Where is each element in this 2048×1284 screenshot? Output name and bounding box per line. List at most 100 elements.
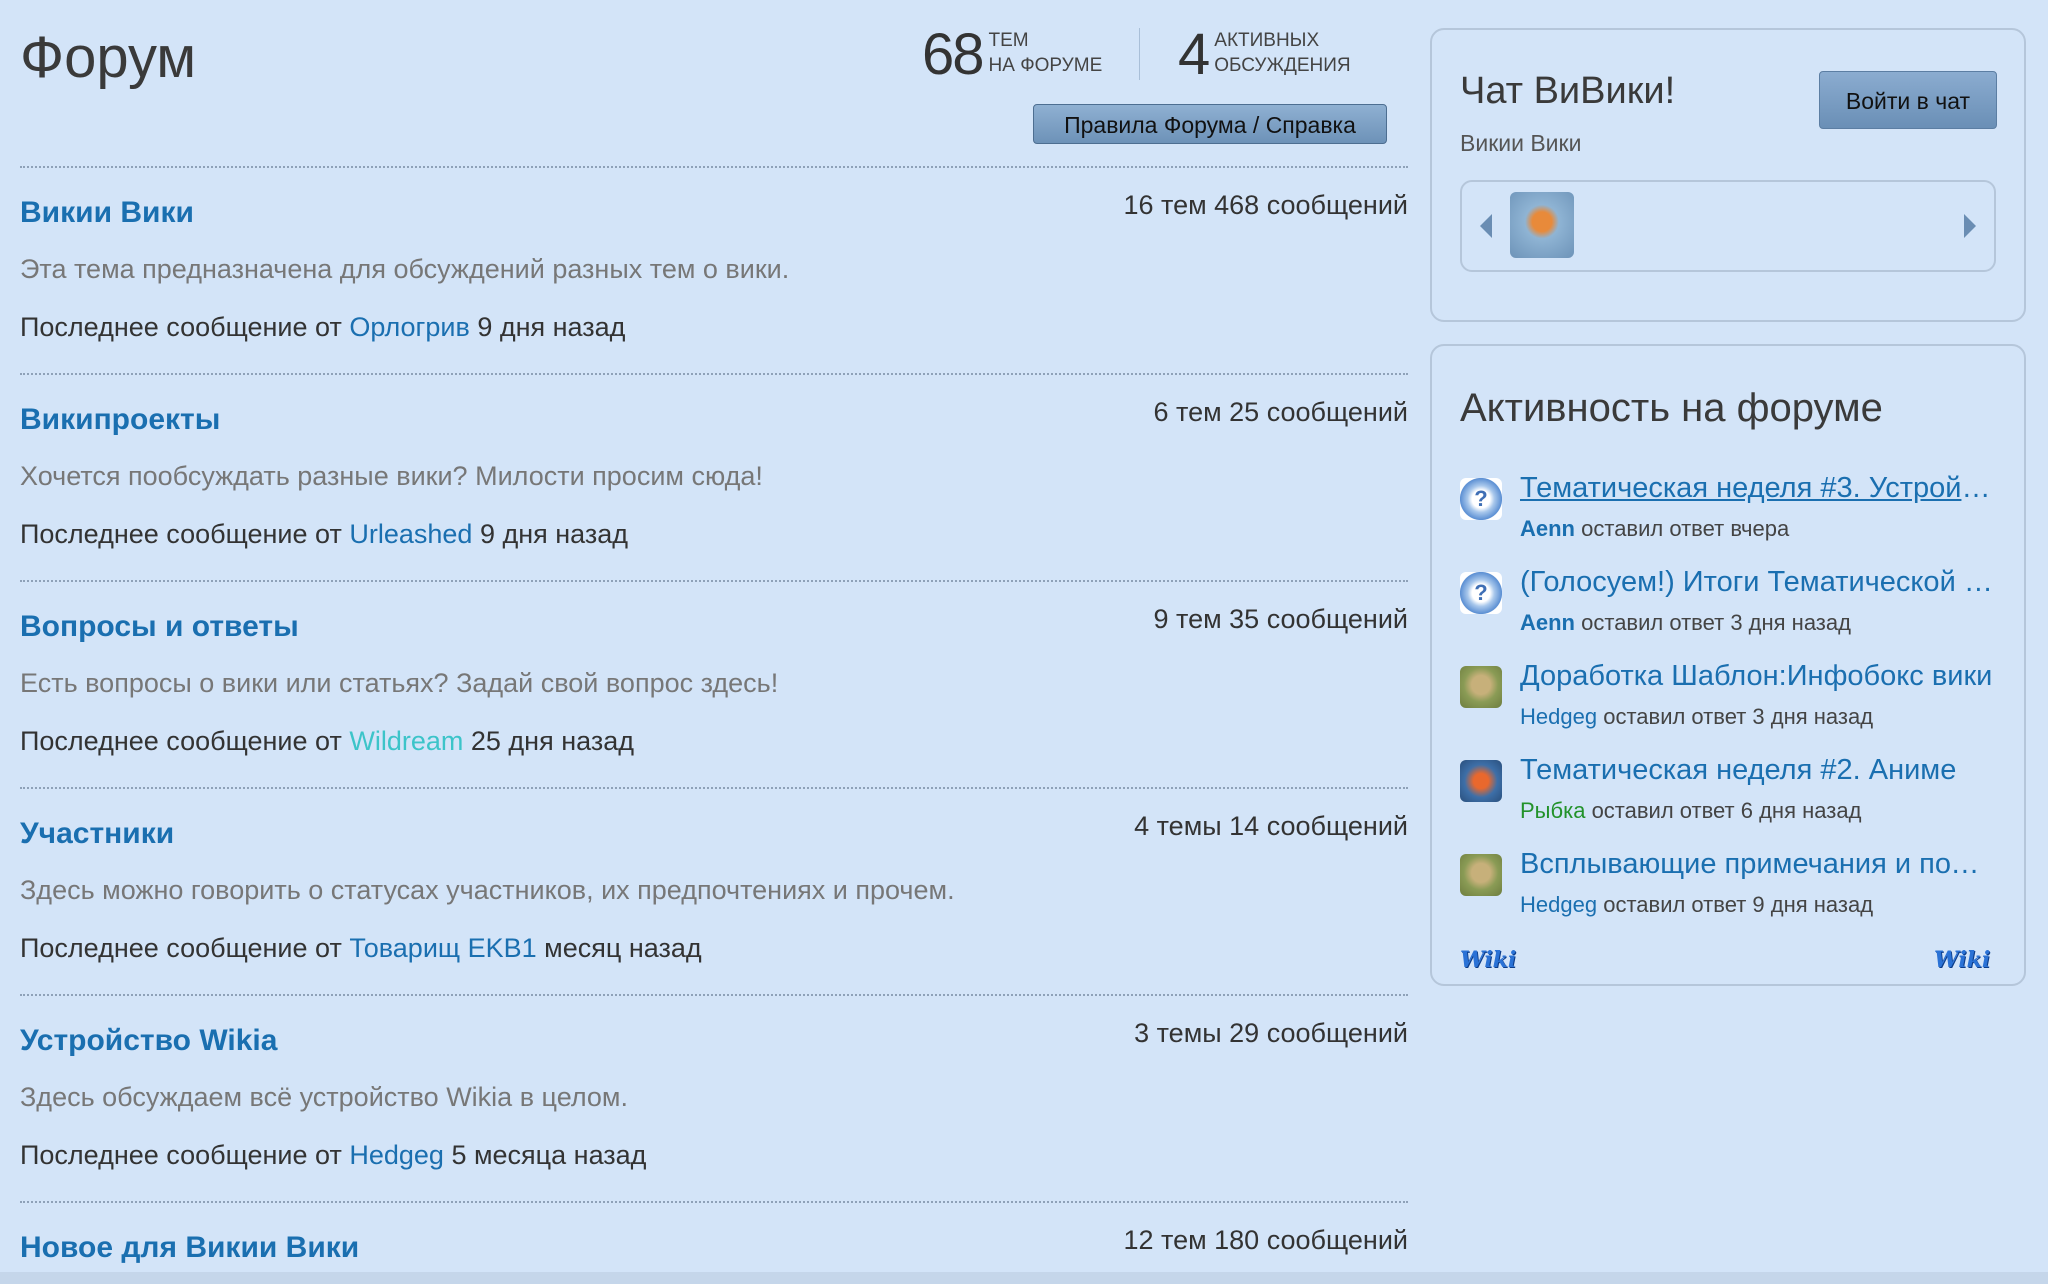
board-description: Здесь можно говорить о статусах участник…	[20, 875, 955, 905]
last-post-prefix: Последнее сообщение от	[20, 726, 342, 756]
chat-module: Чат ВиВики! Викии Вики Войти в чат	[1430, 28, 2026, 322]
chat-users-carousel	[1460, 180, 1996, 272]
chat-title: Чат ВиВики!	[1460, 70, 1676, 112]
last-post-user-link[interactable]: Hedgeg	[349, 1140, 444, 1170]
board-item: Участники 4 темы 14 сообщений Здесь можн…	[20, 787, 1408, 994]
board-title-link[interactable]: Вопросы и ответы	[20, 610, 299, 644]
activity-meta: Aenn оставил ответ вчера	[1520, 516, 1789, 542]
stat-topics: 68 ТЕМ НА ФОРУМЕ	[922, 26, 1102, 84]
board-list: Викии Вики 16 тем 468 сообщений Эта тема…	[20, 166, 1408, 1284]
chevron-right-icon[interactable]	[1964, 214, 1976, 238]
last-post-user-link[interactable]: Товарищ EKB1	[349, 933, 536, 963]
last-post-time: 9 дня назад	[479, 519, 629, 549]
stat-active-label-line1: АКТИВНЫХ	[1214, 30, 1320, 51]
activity-item: ? (Голосуем!) Итоги Тематической недели …	[1460, 566, 2000, 660]
activity-topic-link[interactable]: Тематическая неделя #2. Аниме	[1520, 754, 1996, 787]
board-description: Хочется пообсуждать разные вики? Милости…	[20, 461, 763, 491]
board-title-link[interactable]: Устройство Wikia	[20, 1024, 277, 1058]
main-column: Форум 68 ТЕМ НА ФОРУМЕ 4 АКТИВНЫХ ОБСУЖД…	[20, 0, 1408, 1264]
board-counts: 12 тем 180 сообщений	[1123, 1225, 1408, 1255]
last-post-time: 25 дня назад	[470, 726, 634, 756]
activity-item: Всплывающие примечания и подсказки Hedge…	[1460, 848, 2000, 942]
page-title: Форум	[20, 25, 197, 90]
activity-action: оставил ответ 9 дня назад	[1603, 892, 1874, 917]
wiki-logo: Wiki	[1934, 947, 1991, 973]
last-post-time: месяц назад	[544, 933, 702, 963]
stat-divider	[1139, 28, 1140, 80]
board-counts: 3 темы 29 сообщений	[1134, 1018, 1408, 1048]
board-last-post: Последнее сообщение от Товарищ EKB1 меся…	[20, 933, 702, 964]
stat-topics-label: ТЕМ НА ФОРУМЕ	[989, 28, 1103, 78]
activity-author-link[interactable]: Hedgeg	[1520, 704, 1597, 729]
board-title-link[interactable]: Википроекты	[20, 403, 220, 437]
last-post-prefix: Последнее сообщение от	[20, 933, 342, 963]
board-counts: 9 тем 35 сообщений	[1153, 604, 1409, 634]
board-last-post: Последнее сообщение от Hedgeg 5 месяца н…	[20, 1140, 646, 1171]
last-post-prefix: Последнее сообщение от	[20, 312, 342, 342]
board-counts: 6 тем 25 сообщений	[1153, 397, 1409, 427]
page-bottom-edge	[0, 1272, 2048, 1284]
board-last-post: Последнее сообщение от Орлогрив 9 дня на…	[20, 312, 625, 343]
activity-action: оставил ответ 3 дня назад	[1581, 610, 1851, 635]
activity-topic-link[interactable]: Доработка Шаблон:Инфобокс вики	[1520, 660, 1996, 693]
activity-title: Активность на форуме	[1460, 386, 1883, 430]
activity-topic-link[interactable]: (Голосуем!) Итоги Тематической недели #2	[1520, 566, 1996, 599]
activity-author-link[interactable]: Aenn	[1520, 516, 1575, 541]
question-icon: ?	[1460, 478, 1502, 520]
activity-topic-link[interactable]: Всплывающие примечания и подсказки	[1520, 848, 1996, 881]
activity-meta: Aenn оставил ответ 3 дня назад	[1520, 610, 1851, 636]
activity-item: ? Тематическая неделя #3. Устройство Wik…	[1460, 472, 2000, 566]
last-post-time: 5 месяца назад	[451, 1140, 647, 1170]
activity-author-link[interactable]: Hedgeg	[1520, 892, 1597, 917]
board-title-link[interactable]: Викии Вики	[20, 196, 194, 230]
question-icon: ?	[1460, 572, 1502, 614]
board-counts: 4 темы 14 сообщений	[1134, 811, 1408, 841]
activity-action: оставил ответ 6 дня назад	[1591, 798, 1862, 823]
user-avatar	[1460, 760, 1502, 802]
forum-header: Форум 68 ТЕМ НА ФОРУМЕ 4 АКТИВНЫХ ОБСУЖД…	[20, 0, 1408, 166]
stat-topics-label-line1: ТЕМ	[988, 30, 1029, 51]
board-description: Эта тема предназначена для обсуждений ра…	[20, 254, 790, 284]
activity-list: ? Тематическая неделя #3. Устройство Wik…	[1460, 472, 2000, 942]
stat-active-label: АКТИВНЫХ ОБСУЖДЕНИЯ	[1214, 28, 1350, 78]
last-post-time: 9 дня назад	[477, 312, 626, 342]
board-item: Викии Вики 16 тем 468 сообщений Эта тема…	[20, 166, 1408, 373]
forum-page: Форум 68 ТЕМ НА ФОРУМЕ 4 АКТИВНЫХ ОБСУЖД…	[0, 0, 2048, 1284]
last-post-user-link[interactable]: Орлогрив	[349, 312, 469, 342]
activity-topic-link[interactable]: Тематическая неделя #3. Устройство Wikia	[1520, 472, 1996, 505]
last-post-prefix: Последнее сообщение от	[20, 519, 342, 549]
activity-author-link[interactable]: Aenn	[1520, 610, 1575, 635]
board-title-link[interactable]: Новое для Викии Вики	[20, 1231, 359, 1265]
stat-topics-label-line2: НА ФОРУМЕ	[988, 55, 1103, 76]
activity-meta: Hedgeg оставил ответ 3 дня назад	[1520, 704, 1873, 730]
board-counts: 16 тем 468 сообщений	[1123, 190, 1408, 220]
activity-action: оставил ответ вчера	[1581, 516, 1790, 541]
wiki-logo: Wiki	[1460, 947, 1517, 973]
board-last-post: Последнее сообщение от Urleashed 9 дня н…	[20, 519, 628, 550]
join-chat-button[interactable]: Войти в чат	[1819, 71, 1997, 129]
activity-action: оставил ответ 3 дня назад	[1603, 704, 1874, 729]
user-avatar	[1460, 666, 1502, 708]
forum-activity-module: Активность на форуме ? Тематическая неде…	[1430, 344, 2026, 986]
activity-item: Доработка Шаблон:Инфобокс вики Hedgeg ос…	[1460, 660, 2000, 754]
board-item: Вопросы и ответы 9 тем 35 сообщений Есть…	[20, 580, 1408, 787]
board-item: Википроекты 6 тем 25 сообщений Хочется п…	[20, 373, 1408, 580]
activity-meta: Рыбка оставил ответ 6 дня назад	[1520, 798, 1861, 824]
activity-item: Тематическая неделя #2. Аниме Рыбка оста…	[1460, 754, 2000, 848]
activity-author-link[interactable]: Рыбка	[1520, 798, 1585, 823]
chat-subtitle: Викии Вики	[1460, 130, 1582, 156]
stat-active-value: 4	[1178, 22, 1210, 87]
board-item: Устройство Wikia 3 темы 29 сообщений Зде…	[20, 994, 1408, 1201]
board-description: Есть вопросы о вики или статьях? Задай с…	[20, 668, 779, 698]
forum-rules-button[interactable]: Правила Форума / Справка	[1033, 104, 1387, 144]
last-post-user-link[interactable]: Wildream	[349, 726, 463, 756]
board-description: Здесь обсуждаем всё устройство Wikia в ц…	[20, 1082, 628, 1112]
stat-topics-value: 68	[922, 22, 984, 87]
last-post-prefix: Последнее сообщение от	[20, 1140, 342, 1170]
chat-user-avatar[interactable]	[1510, 192, 1574, 258]
board-last-post: Последнее сообщение от Wildream 25 дня н…	[20, 726, 634, 757]
chevron-left-icon[interactable]	[1480, 214, 1492, 238]
board-title-link[interactable]: Участники	[20, 817, 174, 851]
activity-meta: Hedgeg оставил ответ 9 дня назад	[1520, 892, 1873, 918]
last-post-user-link[interactable]: Urleashed	[349, 519, 472, 549]
